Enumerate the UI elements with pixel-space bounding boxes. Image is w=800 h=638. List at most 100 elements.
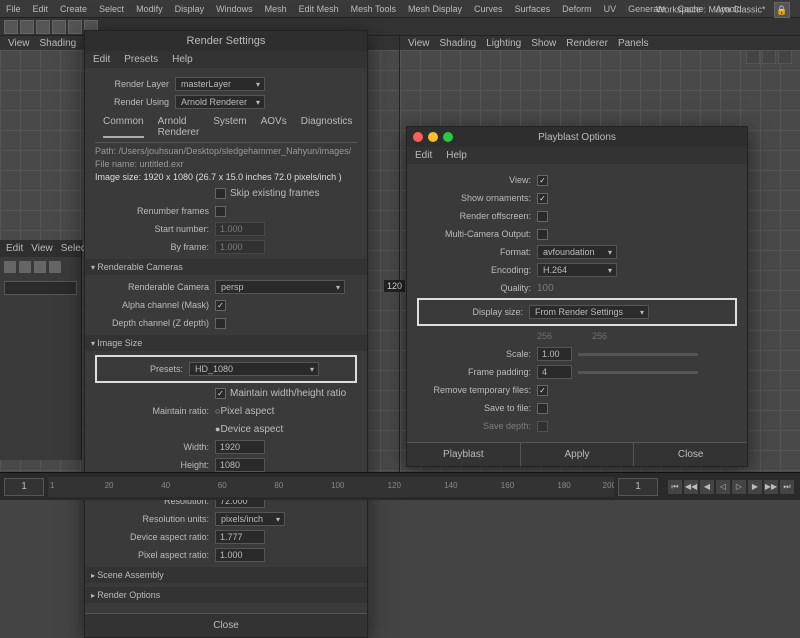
tool-icon[interactable] (19, 261, 31, 273)
dlg-menu-edit[interactable]: Edit (93, 54, 110, 65)
menu-display[interactable]: Display (175, 4, 205, 14)
minimize-icon[interactable] (428, 132, 438, 142)
encoding-dropdown[interactable]: H.264 (537, 263, 617, 277)
scale-slider[interactable] (578, 353, 698, 356)
go-to-end-icon[interactable]: ⏭ (780, 480, 794, 494)
prev-frame-icon[interactable]: ◀ (700, 480, 714, 494)
skip-existing-checkbox[interactable] (215, 188, 226, 199)
play-forward-icon[interactable]: ▷ (732, 480, 746, 494)
menu-edit[interactable]: Edit (33, 4, 49, 14)
section-image-size[interactable]: Image Size (85, 335, 367, 351)
vp-tool-icon[interactable] (778, 50, 792, 64)
dlg-menu-edit[interactable]: Edit (415, 150, 432, 161)
tool-icon[interactable] (49, 261, 61, 273)
shelf-icon[interactable] (68, 20, 82, 34)
padding-slider[interactable] (578, 371, 698, 374)
vp-menu-show[interactable]: Show (531, 38, 556, 49)
shelf-icon[interactable] (36, 20, 50, 34)
shelf-icon[interactable] (20, 20, 34, 34)
shelf-icon[interactable] (52, 20, 66, 34)
maintain-wh-checkbox[interactable] (215, 388, 226, 399)
playblast-button[interactable]: Playblast (407, 443, 521, 466)
vp-menu-shading[interactable]: Shading (40, 38, 77, 49)
renumber-checkbox[interactable] (215, 206, 226, 217)
vp-menu-shading[interactable]: Shading (440, 38, 477, 49)
offscreen-checkbox[interactable] (537, 211, 548, 222)
menu-modify[interactable]: Modify (136, 4, 163, 14)
presets-dropdown[interactable]: HD_1080 (189, 362, 319, 376)
res-units-dropdown[interactable]: pixels/inch (215, 512, 285, 526)
save-file-checkbox[interactable] (537, 403, 548, 414)
menu-mesh-tools[interactable]: Mesh Tools (351, 4, 396, 14)
display-size-dropdown[interactable]: From Render Settings (529, 305, 649, 319)
dev-aspect-input[interactable]: 1.777 (215, 530, 265, 544)
lock-icon[interactable]: 🔒 (774, 2, 790, 18)
section-render-options[interactable]: Render Options (85, 587, 367, 603)
scale-input[interactable]: 1.00 (537, 347, 572, 361)
menu-windows[interactable]: Windows (216, 4, 253, 14)
menu-curves[interactable]: Curves (474, 4, 503, 14)
vp-tool-icon[interactable] (762, 50, 776, 64)
step-forward-icon[interactable]: ▶▶ (764, 480, 778, 494)
vp-menu-lighting[interactable]: Lighting (486, 38, 521, 49)
workspace-selector[interactable]: Workspace : Maya Classic* 🔒 (656, 2, 790, 18)
device-aspect-radio-label[interactable]: Device aspect (220, 424, 283, 435)
step-back-icon[interactable]: ◀◀ (684, 480, 698, 494)
vp-menu-renderer[interactable]: Renderer (566, 38, 608, 49)
menu-surfaces[interactable]: Surfaces (515, 4, 551, 14)
close-button[interactable]: Close (85, 614, 367, 637)
remove-tmp-checkbox[interactable] (537, 385, 548, 396)
menu-mesh-display[interactable]: Mesh Display (408, 4, 462, 14)
tab-arnold[interactable]: Arnold Renderer (158, 116, 200, 138)
menu-select[interactable]: Select (99, 4, 124, 14)
shelf-icon[interactable] (4, 20, 18, 34)
menu-uv[interactable]: UV (604, 4, 617, 14)
start-frame-input[interactable]: 1 (4, 478, 44, 496)
menu-deform[interactable]: Deform (562, 4, 592, 14)
close-button[interactable]: Close (634, 443, 747, 466)
vp-menu-view[interactable]: View (408, 38, 430, 49)
menu-edit-mesh[interactable]: Edit Mesh (299, 4, 339, 14)
menu-file[interactable]: File (6, 4, 21, 14)
tab-common[interactable]: Common (103, 116, 144, 138)
sidebar-menu-view[interactable]: View (31, 243, 53, 254)
search-input[interactable] (4, 281, 77, 295)
vp-tool-icon[interactable] (746, 50, 760, 64)
tab-system[interactable]: System (213, 116, 246, 138)
vp-menu-view[interactable]: View (8, 38, 30, 49)
pix-aspect-input[interactable]: 1.000 (215, 548, 265, 562)
tab-diagnostics[interactable]: Diagnostics (301, 116, 353, 138)
time-slider[interactable]: 1 20 40 60 80 100 120 140 160 180 200 (48, 477, 614, 497)
apply-button[interactable]: Apply (521, 443, 635, 466)
render-layer-dropdown[interactable]: masterLayer (175, 77, 265, 91)
depth-checkbox[interactable] (215, 318, 226, 329)
tool-icon[interactable] (34, 261, 46, 273)
pixel-aspect-radio-label[interactable]: Pixel aspect (220, 406, 274, 417)
alpha-checkbox[interactable] (215, 300, 226, 311)
tab-aovs[interactable]: AOVs (261, 116, 287, 138)
end-frame-input[interactable]: 1 (618, 478, 658, 496)
width-input[interactable]: 1920 (215, 440, 265, 454)
maximize-icon[interactable] (443, 132, 453, 142)
dlg-menu-help[interactable]: Help (172, 54, 193, 65)
dlg-menu-help[interactable]: Help (446, 150, 467, 161)
close-icon[interactable] (413, 132, 423, 142)
go-to-start-icon[interactable]: ⏮ (668, 480, 682, 494)
tool-icon[interactable] (4, 261, 16, 273)
ornaments-checkbox[interactable] (537, 193, 548, 204)
vp-menu-panels[interactable]: Panels (618, 38, 649, 49)
height-input[interactable]: 1080 (215, 458, 265, 472)
menu-mesh[interactable]: Mesh (265, 4, 287, 14)
section-cameras[interactable]: Renderable Cameras (85, 259, 367, 275)
multicam-checkbox[interactable] (537, 229, 548, 240)
format-dropdown[interactable]: avfoundation (537, 245, 617, 259)
next-frame-icon[interactable]: ▶ (748, 480, 762, 494)
padding-input[interactable]: 4 (537, 365, 572, 379)
section-scene-assembly[interactable]: Scene Assembly (85, 567, 367, 583)
dlg-menu-presets[interactable]: Presets (124, 54, 158, 65)
render-using-dropdown[interactable]: Arnold Renderer (175, 95, 265, 109)
view-checkbox[interactable] (537, 175, 548, 186)
renderable-camera-dropdown[interactable]: persp (215, 280, 345, 294)
play-back-icon[interactable]: ◁ (716, 480, 730, 494)
sidebar-menu-edit[interactable]: Edit (6, 243, 23, 254)
